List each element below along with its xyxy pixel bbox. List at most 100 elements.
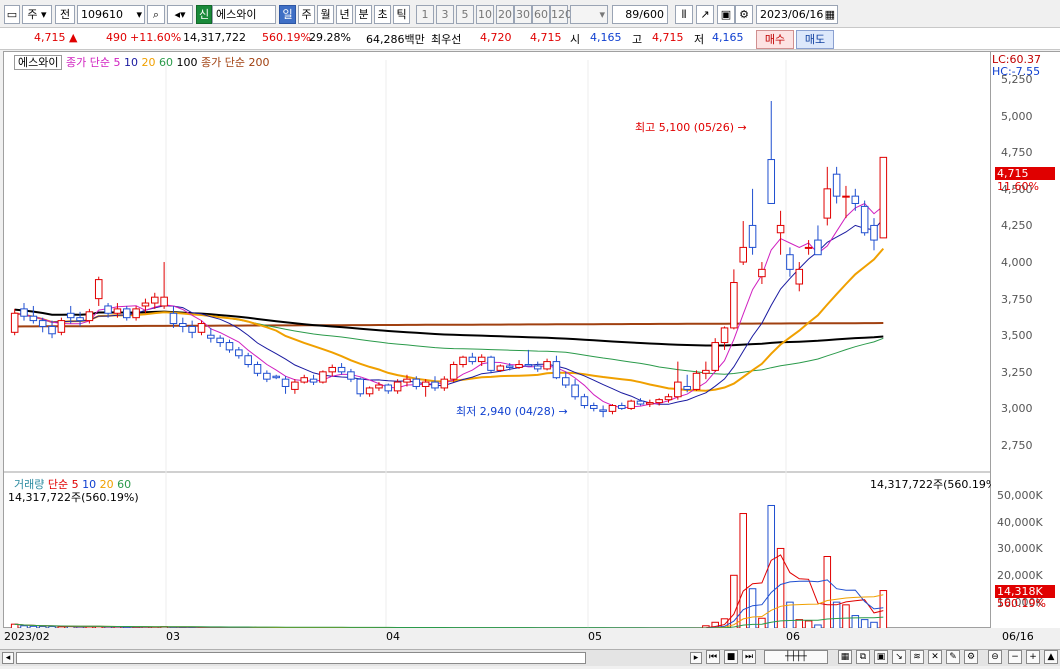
market-select[interactable]: 주 ▾ [22,5,52,24]
settings-icon[interactable]: ⚙ [964,650,978,664]
speaker-icon[interactable]: ◂▾ [167,5,193,24]
stock-name-field[interactable]: 에스와이 [212,5,276,24]
candle-body [674,381,682,398]
candle-body [10,312,19,333]
candle-body [571,384,579,398]
copy-icon[interactable]: ⧉ [856,650,870,664]
price-tick-label: 4,250 [1001,219,1033,233]
volume-bar [776,547,785,629]
chart-area[interactable]: 에스와이 종가 단순 5 10 20 60 100 종가 단순 200 최고 5… [3,51,1001,629]
minus-icon[interactable]: − [1008,650,1022,664]
candle-body [160,296,168,307]
interval-button-7[interactable]: 120 [550,5,572,24]
plus-icon[interactable]: + [1026,650,1040,664]
interval-button-6[interactable]: 60 [532,5,550,24]
trend-icon[interactable]: ↘ [892,650,906,664]
candle-body [188,325,196,333]
period-prefix-button[interactable]: 전 [55,5,75,24]
bottom-bar: 2023/02 03 04 05 06 06/16 ◂ ▸ ⏮ ■ ⏭ ┼┼┼┼ ▦ ⧉ … [0,628,1060,669]
candle-body [179,323,187,327]
price-tick-label: 5,000 [1001,109,1033,123]
ma200-line [14,322,884,328]
first-icon[interactable]: ⏮ [706,650,720,664]
volume-bar [879,590,888,629]
interval-dropdown[interactable]: ▾ [570,5,608,24]
cross-icon[interactable]: ✕ [928,650,942,664]
date-field[interactable]: 2023/06/16 ▦ [756,5,838,24]
candle-body [365,387,374,395]
interval-button-5[interactable]: 30 [514,5,532,24]
chevron-down-icon: ▾ [136,8,142,21]
price-volume-chart[interactable] [4,52,992,629]
candle-body [253,364,262,374]
high-label: 고 [632,33,643,46]
price-ma-label: 종가 단순 [65,56,110,69]
volume-bar [748,588,757,629]
period-tab-4[interactable]: 분 [355,5,372,24]
best-ask-label: 최우선 [431,33,462,46]
min-price-annotation: 최저 2,940 (04/28) → [456,403,568,419]
candle-body [169,312,178,325]
table-icon[interactable]: ▦ [838,650,852,664]
candle-body [655,399,663,404]
candle-type-icon[interactable]: ⫴ [675,5,693,24]
candle-body [776,224,785,234]
period-tab-3[interactable]: 년 [336,5,353,24]
buy-button[interactable]: 매수 [756,30,794,49]
candle-body [814,239,822,256]
gear-icon[interactable]: ⚙ [735,5,753,24]
scroll-right-button[interactable]: ▸ [690,652,702,664]
up-arrow-icon[interactable]: ▲ [1044,650,1058,664]
price-tick-label: 5,250 [1001,73,1033,87]
stock-code-input[interactable]: 109610 ▾ [77,5,145,24]
candle-body [337,366,346,373]
candle-body [328,366,337,373]
calendar-icon: ▦ [824,8,835,21]
period-tab-1[interactable]: 주 [298,5,315,24]
quote-bar: 4,715 ▲ 490 +11.60% 14,317,722 560.19% 2… [0,28,1060,50]
draw-icon[interactable]: ✎ [946,650,960,664]
candle-body [76,317,84,322]
interval-button-3[interactable]: 10 [476,5,494,24]
candle-body [618,405,626,409]
candle-body [244,355,252,366]
open-label: 시 [570,33,581,46]
next-icon[interactable]: ⏭ [742,650,756,664]
candle-body [48,325,56,335]
zoom-out-icon[interactable]: ⊖ [988,650,1002,664]
scroll-thumb[interactable] [16,652,586,664]
current-pct-tag: 11.60% [997,180,1039,193]
window-icon[interactable]: ▭ [4,5,20,24]
price-tick-label: 2,750 [1001,439,1033,453]
interval-button-1[interactable]: 3 [436,5,454,24]
search-icon[interactable]: ⌕ [147,5,165,24]
candle-body [692,372,701,390]
candle-body [552,361,561,379]
indicator-icon[interactable]: ↗ [696,5,714,24]
candle-count-field[interactable]: 89/600 [612,5,668,24]
sell-button[interactable]: 매도 [796,30,834,49]
candle-body [20,308,28,317]
interval-button-2[interactable]: 5 [456,5,474,24]
interval-button-4[interactable]: 20 [496,5,514,24]
market-value: 주 [27,8,38,21]
interval-button-0[interactable]: 1 [416,5,434,24]
zoom-slider[interactable]: ┼┼┼┼ [764,650,828,664]
stop-icon[interactable]: ■ [724,650,738,664]
period-tab-6[interactable]: 틱 [393,5,410,24]
candle-body [449,364,458,380]
candle-body [300,377,308,383]
period-tab-5[interactable]: 초 [374,5,391,24]
period-tab-2[interactable]: 월 [317,5,334,24]
fib-icon[interactable]: ≋ [910,650,924,664]
volume-bar [842,604,850,629]
price-tick-label: 4,000 [1001,256,1033,270]
image-icon[interactable]: ▣ [874,650,888,664]
candle-body [515,364,523,368]
candle-body [272,375,280,379]
candle-body [384,384,393,392]
max-price-label: 최고 5,100 (05/26) [635,121,735,134]
period-tab-0[interactable]: 일 [279,5,296,24]
scroll-left-button[interactable]: ◂ [2,652,14,664]
save-icon[interactable]: ▣ [717,5,735,24]
